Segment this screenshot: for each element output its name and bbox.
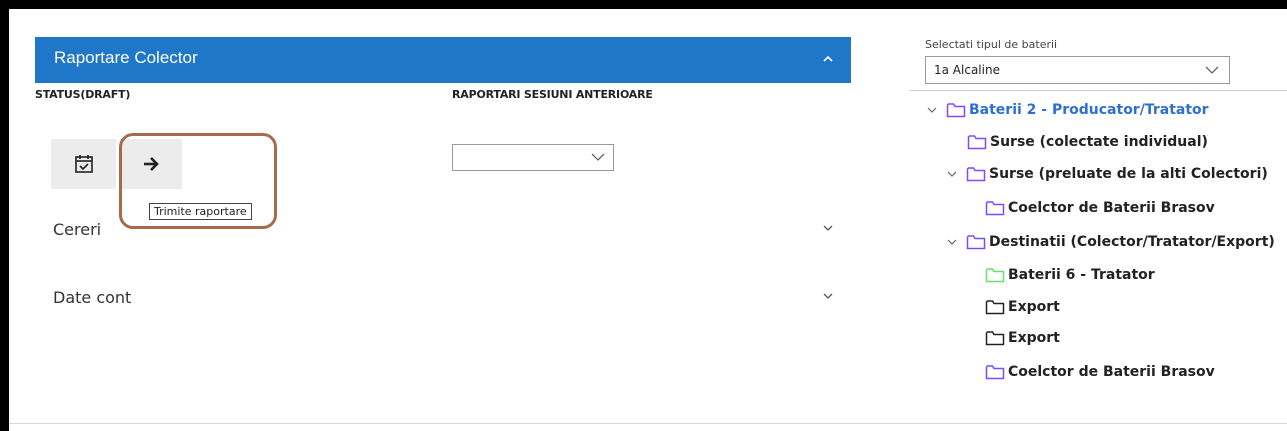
previous-sessions-label: RAPORTARI SESIUNI ANTERIOARE xyxy=(452,88,653,101)
right-divider xyxy=(910,90,1287,91)
folder-icon xyxy=(985,267,1005,283)
tree-node-label: Export xyxy=(1008,299,1060,315)
tree-node-label: Coelctor de Baterii Brasov xyxy=(1008,200,1215,216)
folder-icon xyxy=(985,200,1005,216)
status-label: STATUS(DRAFT) xyxy=(35,88,131,101)
tree-node[interactable]: Export xyxy=(985,328,1060,348)
accordion-date-cont[interactable]: Date cont xyxy=(53,288,131,307)
tree-node-label: Baterii 2 - Producator/Tratator xyxy=(969,102,1209,118)
tree-node[interactable]: Baterii 6 - Tratator xyxy=(985,265,1155,285)
bottom-divider xyxy=(9,423,1287,424)
chevron-down-icon[interactable] xyxy=(945,235,959,249)
tree-node[interactable]: Destinatii (Colector/Tratator/Export) xyxy=(945,232,1275,252)
previous-sessions-select[interactable] xyxy=(452,144,614,171)
accordion-cereri[interactable]: Cereri xyxy=(53,220,101,239)
folder-icon xyxy=(985,364,1005,380)
chevron-down-icon[interactable] xyxy=(925,103,939,117)
panel-title: Raportare Colector xyxy=(54,48,198,67)
chevron-up-icon[interactable] xyxy=(821,52,835,66)
tree-node-label: Destinatii (Colector/Tratator/Export) xyxy=(989,234,1275,250)
window-left-border xyxy=(0,0,9,431)
calendar-check-icon xyxy=(74,155,93,173)
tree-node[interactable]: Surse (colectate individual) xyxy=(967,132,1208,152)
folder-icon xyxy=(967,134,987,150)
chevron-down-icon[interactable] xyxy=(945,167,959,181)
battery-type-label: Selectati tipul de baterii xyxy=(925,38,1058,51)
folder-icon xyxy=(966,234,986,250)
folder-icon xyxy=(966,166,986,182)
chevron-down-icon xyxy=(591,153,605,161)
folder-icon xyxy=(985,330,1005,346)
chevron-down-icon[interactable] xyxy=(822,290,834,302)
tree-node-label: Surse (preluate de la alti Colectori) xyxy=(989,166,1268,182)
battery-type-value: 1a Alcaline xyxy=(934,63,1000,77)
tree-node[interactable]: Export xyxy=(985,297,1060,317)
calendar-button[interactable] xyxy=(51,139,116,189)
tree-node[interactable]: Surse (preluate de la alti Colectori) xyxy=(945,164,1268,184)
window-top-border xyxy=(0,0,1287,9)
tree-node[interactable]: Baterii 2 - Producator/Tratator xyxy=(925,100,1209,120)
chevron-down-icon xyxy=(1205,66,1219,74)
tree-node-label: Baterii 6 - Tratator xyxy=(1008,267,1155,283)
folder-icon xyxy=(946,102,966,118)
panel-header[interactable]: Raportare Colector xyxy=(35,37,851,83)
chevron-down-icon[interactable] xyxy=(822,222,834,234)
send-report-tooltip: Trimite raportare xyxy=(149,203,252,220)
folder-icon xyxy=(985,299,1005,315)
tree-node-label: Coelctor de Baterii Brasov xyxy=(1008,364,1215,380)
battery-type-select[interactable]: 1a Alcaline xyxy=(925,56,1230,84)
tree-node[interactable]: Coelctor de Baterii Brasov xyxy=(985,362,1215,382)
tree-node-label: Surse (colectate individual) xyxy=(990,134,1208,150)
tree-node[interactable]: Coelctor de Baterii Brasov xyxy=(985,198,1215,218)
tree-node-label: Export xyxy=(1008,330,1060,346)
